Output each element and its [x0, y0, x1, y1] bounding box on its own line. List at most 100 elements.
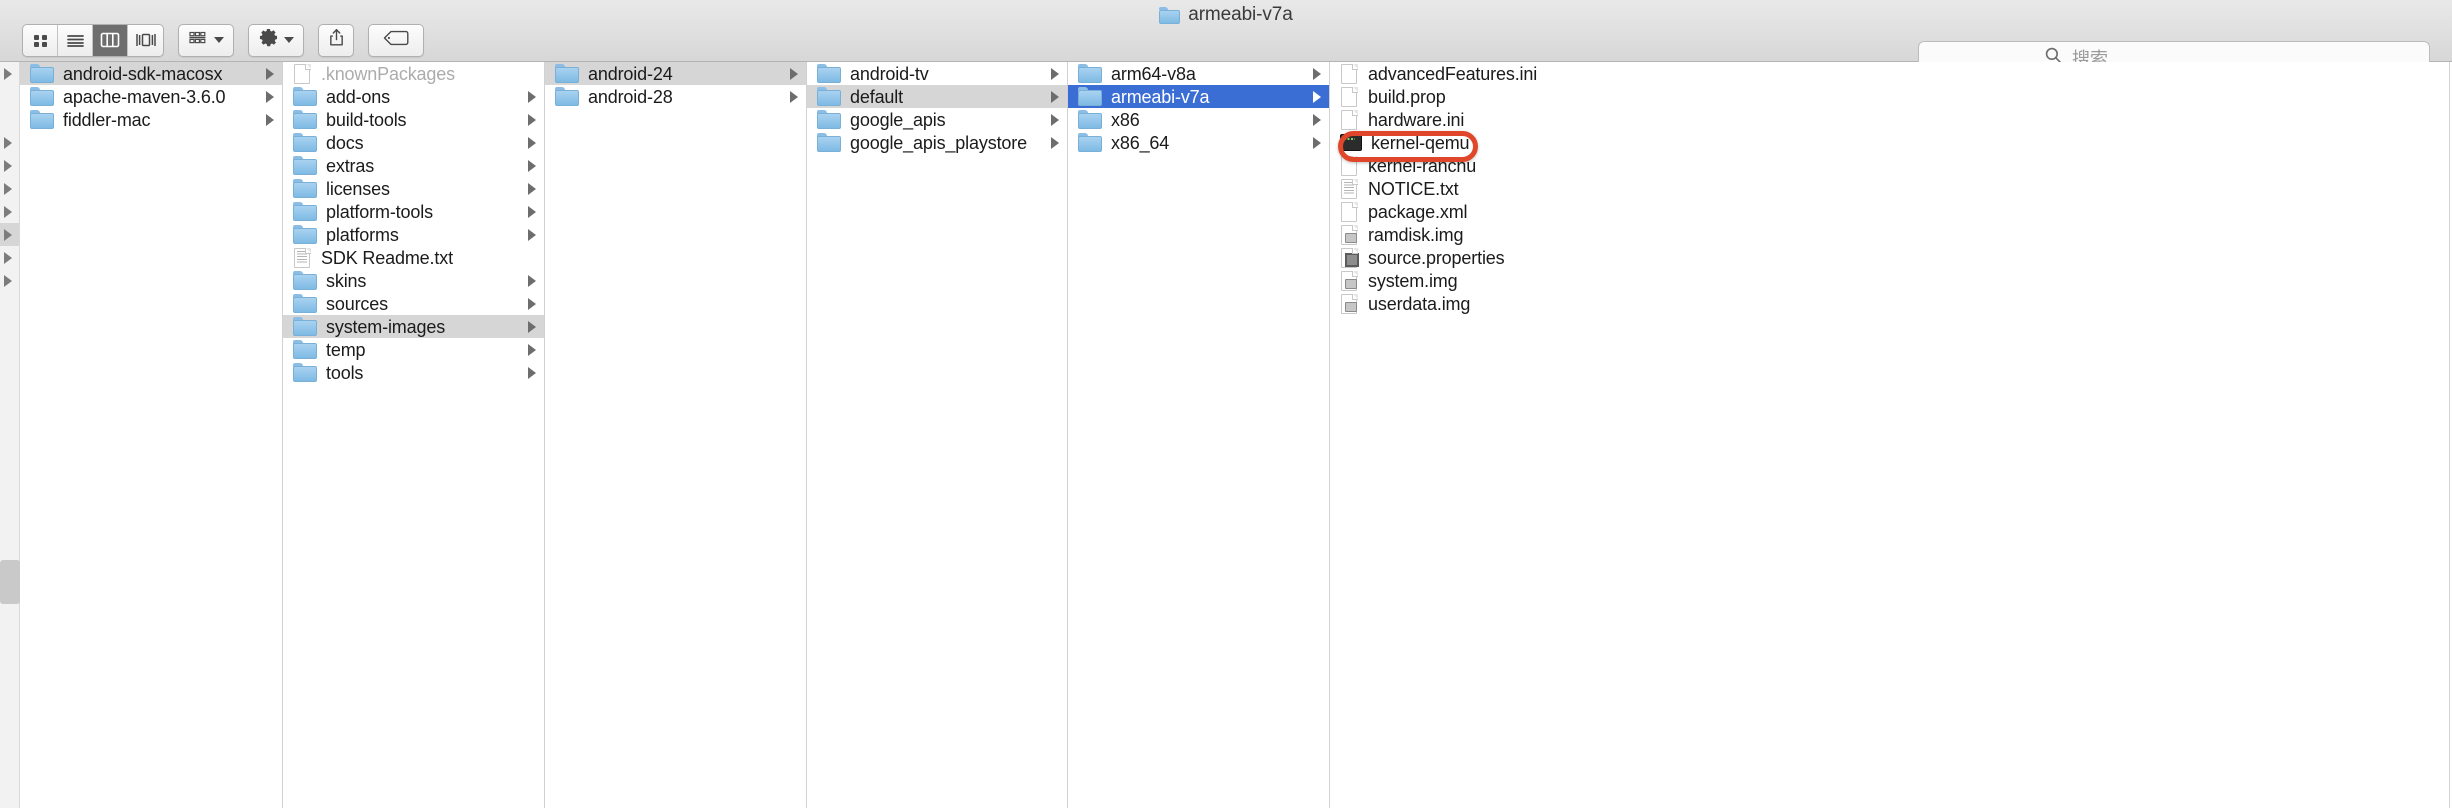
disclosure-arrow-icon[interactable] — [528, 297, 536, 310]
column-view-button[interactable] — [93, 24, 128, 56]
stub-row[interactable] — [0, 177, 19, 200]
disclosure-arrow-icon[interactable] — [1051, 90, 1059, 103]
column-android-sdk-macosx[interactable]: .knownPackages add-ons build-tools docs extr… — [283, 62, 545, 808]
folder-row[interactable]: x86 — [1068, 108, 1329, 131]
item-label: x86 — [1111, 109, 1140, 130]
list-view-button[interactable] — [58, 24, 93, 56]
folder-row[interactable]: android-tv — [807, 62, 1067, 85]
file-row[interactable]: package.xml — [1330, 200, 2449, 223]
column-default[interactable]: arm64-v8a armeabi-v7a x86 x86_64 — [1068, 62, 1330, 808]
folder-row[interactable]: google_apis_playstore — [807, 131, 1067, 154]
stub-row[interactable] — [0, 131, 19, 154]
folder-row[interactable]: add-ons — [283, 85, 544, 108]
folder-row[interactable]: platforms — [283, 223, 544, 246]
gallery-view-button[interactable] — [128, 25, 163, 56]
tags-button[interactable] — [368, 23, 424, 57]
item-label: package.xml — [1368, 201, 1468, 222]
folder-row[interactable]: system-images — [283, 315, 544, 338]
folder-row[interactable]: android-sdk-macosx — [20, 62, 282, 85]
disclosure-arrow-icon[interactable] — [528, 320, 536, 333]
disclosure-arrow-icon[interactable] — [528, 159, 536, 172]
share-button[interactable] — [318, 23, 354, 57]
disclosure-arrow-icon[interactable] — [1313, 113, 1321, 126]
action-menu-button[interactable] — [248, 23, 304, 57]
file-row[interactable]: userdata.img — [1330, 292, 2449, 315]
disclosure-arrow-icon[interactable] — [528, 136, 536, 149]
folder-row[interactable]: extras — [283, 154, 544, 177]
folder-row[interactable]: temp — [283, 338, 544, 361]
disclosure-arrow-icon[interactable] — [266, 67, 274, 80]
folder-row[interactable]: fiddler-mac — [20, 108, 282, 131]
disclosure-arrow-icon[interactable] — [790, 90, 798, 103]
disclosure-arrow-icon[interactable] — [528, 182, 536, 195]
folder-row[interactable]: skins — [283, 269, 544, 292]
stub-row[interactable] — [0, 154, 19, 177]
stub-row[interactable] — [0, 85, 19, 108]
file-row[interactable]: SDK Readme.txt — [283, 246, 544, 269]
item-label: licenses — [326, 178, 390, 199]
folder-row[interactable]: platform-tools — [283, 200, 544, 223]
stub-row[interactable] — [0, 269, 19, 292]
file-row[interactable]: advancedFeatures.ini — [1330, 62, 2449, 85]
column-system-images[interactable]: android-24 android-28 — [545, 62, 807, 808]
folder-row[interactable]: google_apis — [807, 108, 1067, 131]
file-row[interactable]: kernel-ranchu — [1330, 154, 2449, 177]
folder-row[interactable]: android-28 — [545, 85, 806, 108]
folder-row[interactable]: arm64-v8a — [1068, 62, 1329, 85]
disclosure-arrow-icon[interactable] — [528, 205, 536, 218]
text-file-icon — [1340, 177, 1359, 200]
folder-icon — [817, 64, 841, 83]
column-android-24[interactable]: android-tv default google_apis google_apis_… — [807, 62, 1068, 808]
disclosure-arrow-icon[interactable] — [528, 228, 536, 241]
file-row[interactable]: hardware.ini — [1330, 108, 2449, 131]
folder-row[interactable]: sources — [283, 292, 544, 315]
file-icon — [1340, 108, 1359, 131]
folder-row[interactable]: x86_64 — [1068, 131, 1329, 154]
disclosure-arrow-icon[interactable] — [1051, 113, 1059, 126]
file-row[interactable]: system.img — [1330, 269, 2449, 292]
stub-row-selected[interactable] — [0, 223, 19, 246]
item-label: kernel-ranchu — [1368, 155, 1477, 176]
column-clipped[interactable] — [0, 62, 20, 808]
item-label: android-tv — [850, 63, 929, 84]
stub-row[interactable] — [0, 108, 19, 131]
stub-row[interactable] — [0, 62, 19, 85]
disclosure-arrow-icon[interactable] — [1313, 136, 1321, 149]
folder-row[interactable]: armeabi-v7a — [1068, 85, 1329, 108]
disclosure-arrow-icon[interactable] — [266, 113, 274, 126]
view-mode-segmented-control[interactable] — [22, 23, 164, 57]
file-row[interactable]: .knownPackages — [283, 62, 544, 85]
disclosure-arrow-icon[interactable] — [528, 274, 536, 287]
horizontal-scrollbar-thumb[interactable] — [0, 560, 20, 604]
stub-row[interactable] — [0, 200, 19, 223]
item-label: ramdisk.img — [1368, 224, 1464, 245]
folder-row[interactable]: tools — [283, 361, 544, 384]
disclosure-arrow-icon[interactable] — [790, 67, 798, 80]
toolbar: 搜索 — [0, 18, 2452, 74]
disclosure-arrow-icon[interactable] — [1313, 90, 1321, 103]
icon-view-button[interactable] — [23, 24, 58, 56]
file-row[interactable]: kernel-qemu — [1330, 131, 2449, 154]
file-row[interactable]: build.prop — [1330, 85, 2449, 108]
folder-row[interactable]: docs — [283, 131, 544, 154]
disclosure-arrow-icon[interactable] — [528, 343, 536, 356]
file-row[interactable]: source.properties — [1330, 246, 2449, 269]
folder-row[interactable]: licenses — [283, 177, 544, 200]
disclosure-arrow-icon[interactable] — [528, 113, 536, 126]
disclosure-arrow-icon[interactable] — [528, 90, 536, 103]
column-home[interactable]: android-sdk-macosx apache-maven-3.6.0 fidd… — [20, 62, 283, 808]
column-armeabi-v7a[interactable]: advancedFeatures.ini build.prop hardware.i… — [1330, 62, 2450, 808]
disclosure-arrow-icon[interactable] — [266, 90, 274, 103]
group-by-button[interactable] — [178, 23, 234, 57]
disclosure-arrow-icon[interactable] — [1051, 67, 1059, 80]
folder-row[interactable]: android-24 — [545, 62, 806, 85]
disclosure-arrow-icon[interactable] — [528, 366, 536, 379]
disclosure-arrow-icon[interactable] — [1051, 136, 1059, 149]
stub-row[interactable] — [0, 246, 19, 269]
folder-row[interactable]: build-tools — [283, 108, 544, 131]
file-row[interactable]: ramdisk.img — [1330, 223, 2449, 246]
folder-row[interactable]: apache-maven-3.6.0 — [20, 85, 282, 108]
file-row[interactable]: NOTICE.txt — [1330, 177, 2449, 200]
folder-row[interactable]: default — [807, 85, 1067, 108]
disclosure-arrow-icon[interactable] — [1313, 67, 1321, 80]
